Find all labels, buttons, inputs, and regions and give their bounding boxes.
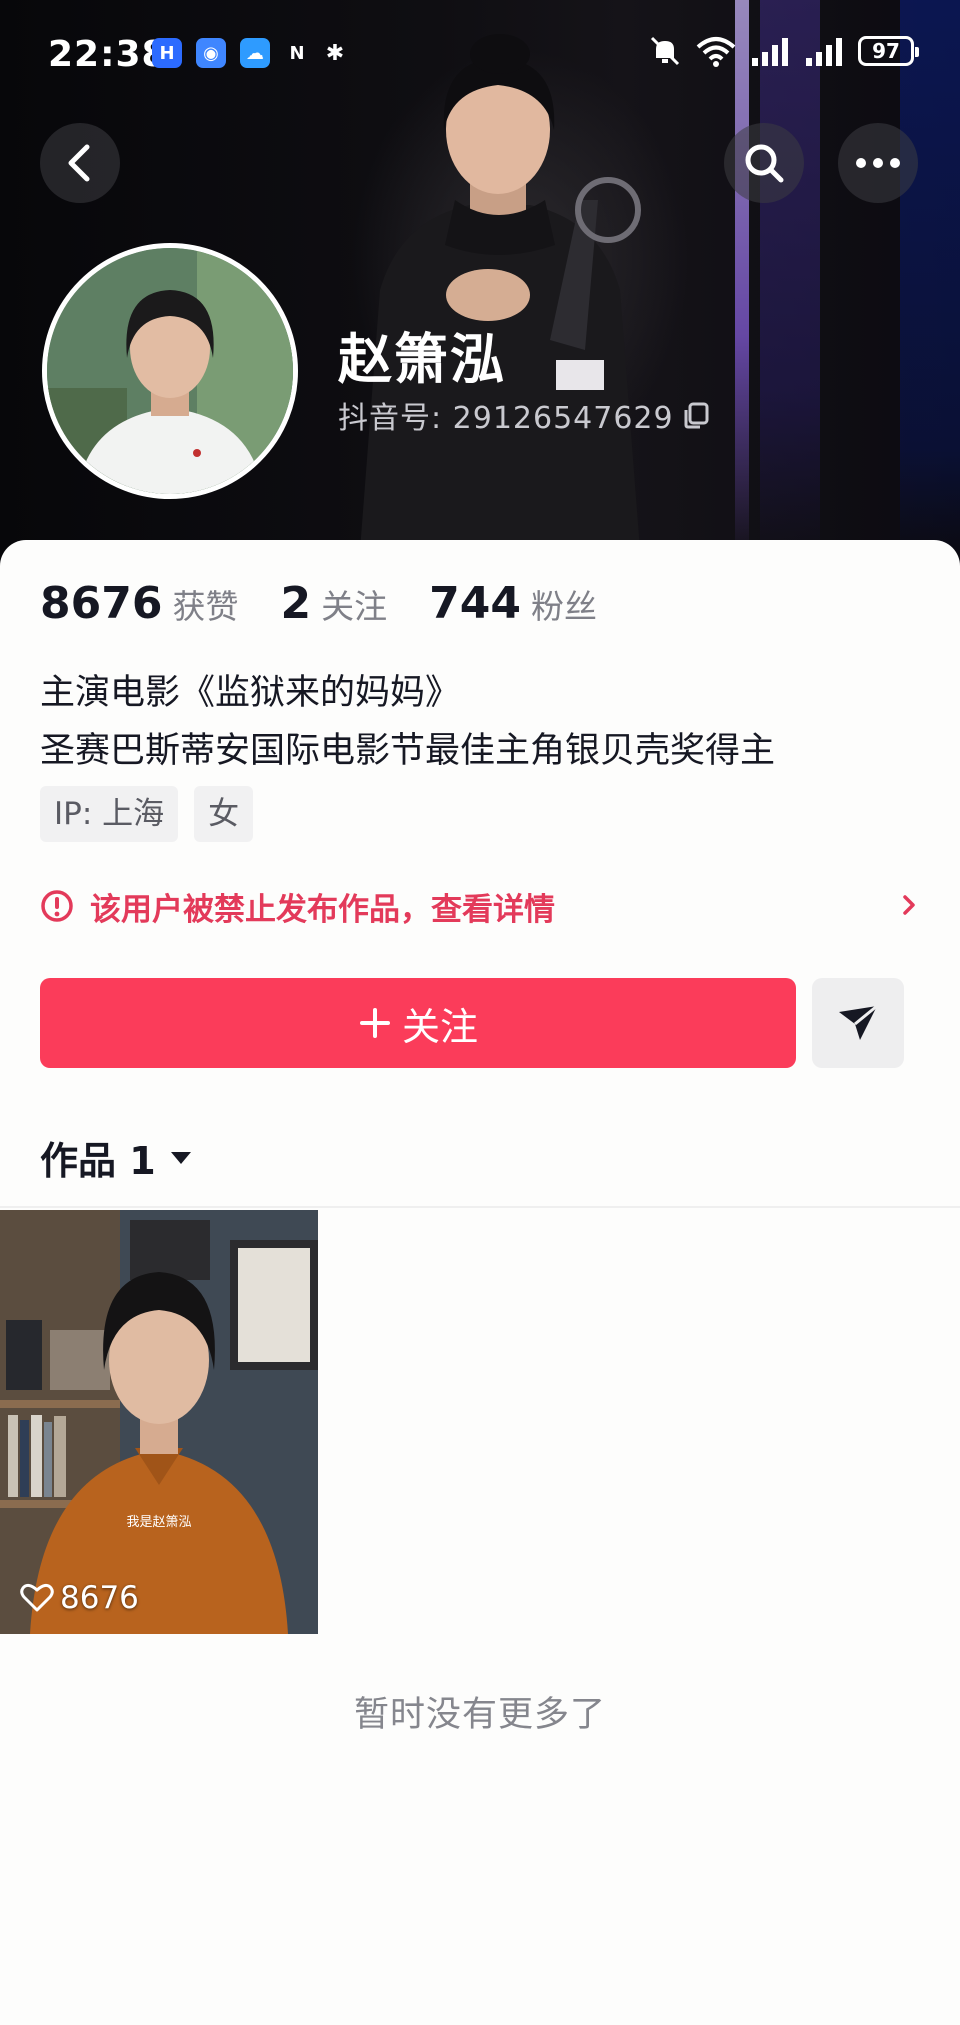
followers-label[interactable]: 粉丝 bbox=[531, 580, 597, 628]
divider bbox=[0, 1206, 960, 1208]
profile-tags: IP: 上海 女 bbox=[40, 786, 254, 842]
profile-stats: 8676 获赞 2 关注 744 粉丝 bbox=[40, 578, 639, 629]
caret-down-icon bbox=[170, 1151, 191, 1164]
ip-location-tag: IP: 上海 bbox=[40, 786, 179, 842]
douyin-id[interactable]: 抖音号: 29126547629 bbox=[338, 393, 710, 437]
avatar[interactable] bbox=[42, 243, 298, 499]
bio-line: 主演电影《监狱来的妈妈》 bbox=[40, 673, 461, 713]
signal-icon bbox=[806, 38, 842, 66]
plus-icon bbox=[359, 1008, 390, 1038]
location-app-icon: ◉ bbox=[196, 38, 226, 68]
search-button[interactable] bbox=[724, 123, 804, 203]
tab-works[interactable]: 作品 1 bbox=[40, 1130, 192, 1185]
followers-count[interactable]: 744 bbox=[429, 578, 521, 629]
send-icon bbox=[839, 1004, 878, 1040]
follow-button[interactable]: 关注 bbox=[40, 978, 796, 1068]
signal-icon bbox=[752, 38, 788, 66]
video-cover-image: 我是赵箫泓 bbox=[0, 1210, 318, 1634]
follow-label: 关注 bbox=[401, 1004, 478, 1049]
douyin-id-text: 抖音号: 29126547629 bbox=[338, 401, 674, 436]
gender-tag: 女 bbox=[194, 786, 254, 842]
bluetooth-icon: ✱ bbox=[325, 40, 345, 66]
video-caption: 我是赵箫泓 bbox=[126, 1514, 191, 1530]
wifi-icon bbox=[696, 37, 736, 67]
end-of-list-text: 暂时没有更多了 bbox=[353, 1695, 606, 1735]
avatar-photo bbox=[47, 248, 293, 494]
video-thumbnail[interactable]: 我是赵箫泓 8676 bbox=[0, 1210, 318, 1634]
likes-count[interactable]: 8676 bbox=[40, 578, 162, 629]
chevron-right-icon bbox=[903, 895, 915, 915]
status-bar: 22:38 H ◉ ☁ N ✱ 97 bbox=[0, 0, 960, 110]
ban-notice-text: 该用户被禁止发布作品，查看详情 bbox=[90, 891, 555, 928]
likes-label[interactable]: 获赞 bbox=[172, 580, 238, 628]
mute-icon bbox=[650, 36, 680, 66]
more-button[interactable] bbox=[838, 123, 918, 203]
more-dots-icon bbox=[856, 158, 900, 168]
heart-icon bbox=[20, 1583, 54, 1612]
battery-indicator: 97 bbox=[858, 36, 919, 66]
nfc-icon: N bbox=[289, 42, 305, 64]
weather-app-icon: ☁ bbox=[240, 38, 270, 68]
video-likes: 8676 bbox=[20, 1580, 139, 1616]
works-tab-label: 作品 1 bbox=[40, 1139, 156, 1183]
copy-icon[interactable] bbox=[682, 401, 710, 429]
following-label[interactable]: 关注 bbox=[321, 580, 387, 628]
bio: 主演电影《监狱来的妈妈》 圣赛巴斯蒂安国际电影节最佳主角银贝壳奖得主 bbox=[40, 664, 775, 780]
search-icon bbox=[745, 144, 784, 183]
chevron-left-icon bbox=[68, 144, 90, 182]
back-button[interactable] bbox=[40, 123, 120, 203]
video-likes-count: 8676 bbox=[60, 1580, 139, 1616]
clock: 22:38 bbox=[48, 34, 168, 75]
bio-line: 圣赛巴斯蒂安国际电影节最佳主角银贝壳奖得主 bbox=[40, 731, 776, 771]
following-count[interactable]: 2 bbox=[280, 578, 311, 629]
message-button[interactable] bbox=[812, 978, 904, 1068]
warning-circle-icon bbox=[41, 890, 73, 922]
ban-notice[interactable]: 该用户被禁止发布作品，查看详情 bbox=[40, 880, 920, 932]
nickname: 赵箫泓 bbox=[338, 328, 506, 391]
notification-app-icon: H bbox=[152, 38, 182, 68]
profile-card: 8676 获赞 2 关注 744 粉丝 主演电影《监狱来的妈妈》 圣赛巴斯蒂安国… bbox=[0, 540, 960, 2025]
